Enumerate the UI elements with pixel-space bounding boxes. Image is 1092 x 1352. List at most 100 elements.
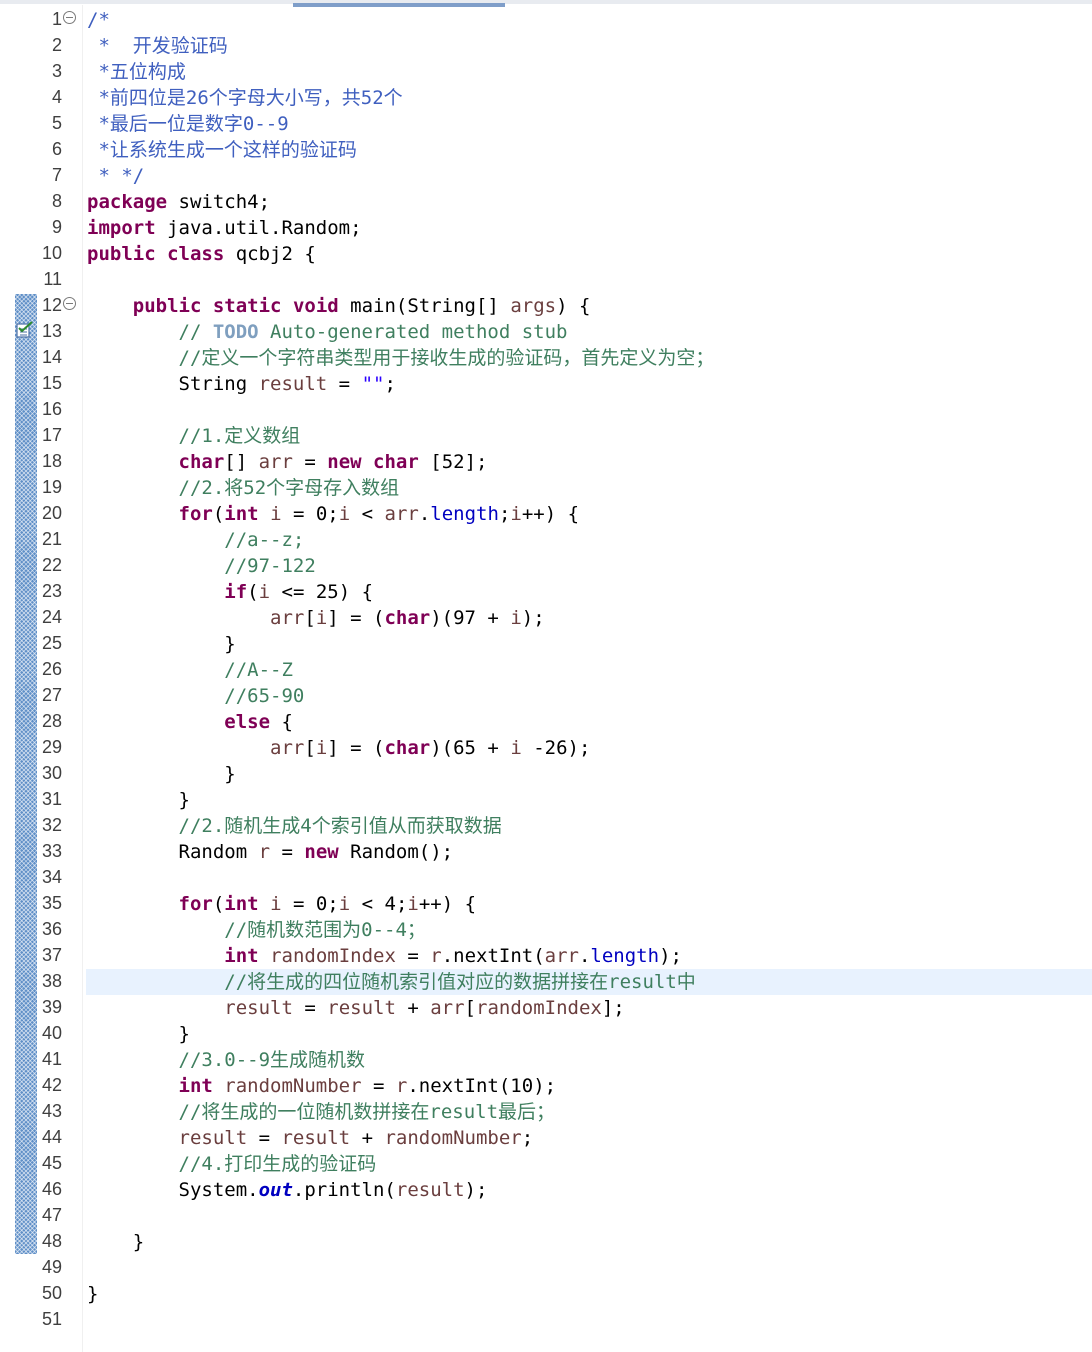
code-line[interactable]: 31 }: [0, 787, 1092, 813]
line-number: 33: [41, 841, 62, 861]
code-editor[interactable]: 1/* 2 * 开发验证码 3 *五位构成 4 *前四位是26个字母大小写，共52个 5…: [0, 5, 1092, 1352]
code-line[interactable]: 49: [0, 1255, 1092, 1281]
line-number: 20: [41, 503, 62, 523]
collapse-minus-icon[interactable]: [63, 297, 76, 310]
code-line[interactable]: 28 else {: [0, 709, 1092, 735]
code-text: else {: [224, 711, 293, 733]
code-line[interactable]: 50}: [0, 1281, 1092, 1307]
code-line[interactable]: 41 //3.0--9生成随机数: [0, 1047, 1092, 1073]
code-line[interactable]: 42 int randomNumber = r.nextInt(10);: [0, 1073, 1092, 1099]
code-line[interactable]: 44 result = result + randomNumber;: [0, 1125, 1092, 1151]
code-line[interactable]: 16: [0, 397, 1092, 423]
code-line[interactable]: 30 }: [0, 761, 1092, 787]
line-number: 28: [41, 711, 62, 731]
code-line[interactable]: 40 }: [0, 1021, 1092, 1047]
code-line[interactable]: 11: [0, 267, 1092, 293]
line-number: 45: [41, 1153, 62, 1173]
code-line[interactable]: 47: [0, 1203, 1092, 1229]
line-number: 46: [41, 1179, 62, 1199]
code-line[interactable]: 22 //97-122: [0, 553, 1092, 579]
code-line[interactable]: 4 *前四位是26个字母大小写，共52个: [0, 85, 1092, 111]
code-line[interactable]: 2 * 开发验证码: [0, 33, 1092, 59]
code-line[interactable]: 29 arr[i] = (char)(65 + i -26);: [0, 735, 1092, 761]
code-line[interactable]: 14 //定义一个字符串类型用于接收生成的验证码，首先定义为空；: [0, 345, 1092, 371]
code-line[interactable]: 45 //4.打印生成的验证码: [0, 1151, 1092, 1177]
line-number: 37: [41, 945, 62, 965]
code-text: // TODO Auto-generated method stub: [178, 321, 568, 343]
code-line[interactable]: 23 if(i <= 25) {: [0, 579, 1092, 605]
code-line[interactable]: 24 arr[i] = (char)(97 + i);: [0, 605, 1092, 631]
code-line[interactable]: 3 *五位构成: [0, 59, 1092, 85]
code-line[interactable]: 9 import java.util.Random;: [0, 215, 1092, 241]
line-number: 18: [41, 451, 62, 471]
code-line[interactable]: 6 *让系统生成一个这样的验证码: [0, 137, 1092, 163]
code-line[interactable]: 18 char[] arr = new char [52];: [0, 449, 1092, 475]
code-line[interactable]: 19 //2.将52个字母存入数组: [0, 475, 1092, 501]
code-line[interactable]: 32 //2.随机生成4个索引值从而获取数据: [0, 813, 1092, 839]
code-line[interactable]: 35 for(int i = 0;i < 4;i++) {: [0, 891, 1092, 917]
line-number: 14: [41, 347, 62, 367]
code-text: if(i <= 25) {: [224, 581, 374, 603]
code-line[interactable]: 8 package switch4;: [0, 189, 1092, 215]
code-text: //1.定义数组: [178, 425, 301, 447]
code-text: *五位构成: [87, 61, 186, 83]
code-text: }: [87, 1023, 190, 1045]
line-number: 5: [51, 113, 62, 133]
task-checkbox-icon[interactable]: [16, 321, 34, 339]
code-line[interactable]: 21 //a--z;: [0, 527, 1092, 553]
editor-top-border: [0, 0, 1092, 4]
line-number: 36: [41, 919, 62, 939]
line-number: 17: [41, 425, 62, 445]
code-text: //65-90: [224, 685, 305, 707]
code-text: //2.随机生成4个索引值从而获取数据: [178, 815, 502, 837]
code-text: for(int i = 0;i < 4;i++) {: [178, 893, 477, 915]
code-text: result = result + randomNumber;: [178, 1127, 534, 1149]
code-line[interactable]: 26 //A--Z: [0, 657, 1092, 683]
code-line[interactable]: 33 Random r = new Random();: [0, 839, 1092, 865]
line-number: 2: [51, 35, 62, 55]
line-number: 48: [41, 1231, 62, 1251]
code-text: }: [87, 763, 236, 785]
code-line[interactable]: 39 result = result + arr[randomIndex];: [0, 995, 1092, 1021]
code-line[interactable]: 34: [0, 865, 1092, 891]
code-line[interactable]: 12 public static void main(String[] args…: [0, 293, 1092, 319]
code-line[interactable]: 1 /*: [0, 7, 1092, 33]
line-number: 25: [41, 633, 62, 653]
line-number: 50: [41, 1283, 62, 1303]
code-line[interactable]: 46 System.out.println(result);: [0, 1177, 1092, 1203]
line-number: 38: [41, 971, 62, 991]
code-text: char[] arr = new char [52];: [178, 451, 488, 473]
code-line[interactable]: 25 }: [0, 631, 1092, 657]
code-text: //2.将52个字母存入数组: [178, 477, 400, 499]
code-text: arr[i] = (char)(97 + i);: [270, 607, 545, 629]
code-line[interactable]: 27 //65-90: [0, 683, 1092, 709]
code-line[interactable]: 20 for(int i = 0;i < arr.length;i++) {: [0, 501, 1092, 527]
code-line[interactable]: 48 }: [0, 1229, 1092, 1255]
code-text: //将生成的一位随机数拼接在result最后；: [178, 1101, 556, 1123]
collapse-minus-icon[interactable]: [63, 11, 76, 24]
code-line[interactable]: 36 //随机数范围为0--4；: [0, 917, 1092, 943]
code-line[interactable]: 10 public class qcbj2 {: [0, 241, 1092, 267]
code-text: *前四位是26个字母大小写，共52个: [87, 87, 403, 109]
code-line[interactable]: 15 String result = "";: [0, 371, 1092, 397]
line-number: 23: [41, 581, 62, 601]
code-line[interactable]: 5 *最后一位是数字0--9: [0, 111, 1092, 137]
code-line[interactable]: 51: [0, 1307, 1092, 1333]
code-line[interactable]: 43 //将生成的一位随机数拼接在result最后；: [0, 1099, 1092, 1125]
code-text: for(int i = 0;i < arr.length;i++) {: [178, 503, 580, 525]
code-text: //定义一个字符串类型用于接收生成的验证码，首先定义为空；: [178, 347, 715, 369]
line-number: 44: [41, 1127, 62, 1147]
line-number: 27: [41, 685, 62, 705]
code-text: System.out.println(result);: [87, 1179, 488, 1201]
code-line[interactable]: 17 //1.定义数组: [0, 423, 1092, 449]
line-number: 8: [51, 191, 62, 211]
code-text: * 开发验证码: [87, 35, 228, 57]
code-line[interactable]: 7 * */: [0, 163, 1092, 189]
code-line[interactable]: 13 // TODO Auto-generated method stub: [0, 319, 1092, 345]
line-number: 1: [51, 9, 62, 29]
line-number: 41: [41, 1049, 62, 1069]
code-line[interactable]: 37 int randomIndex = r.nextInt(arr.lengt…: [0, 943, 1092, 969]
code-line[interactable]: 38 //将生成的四位随机索引值对应的数据拼接在result中: [0, 969, 1092, 995]
line-number: 11: [43, 269, 62, 289]
line-number: 40: [41, 1023, 62, 1043]
